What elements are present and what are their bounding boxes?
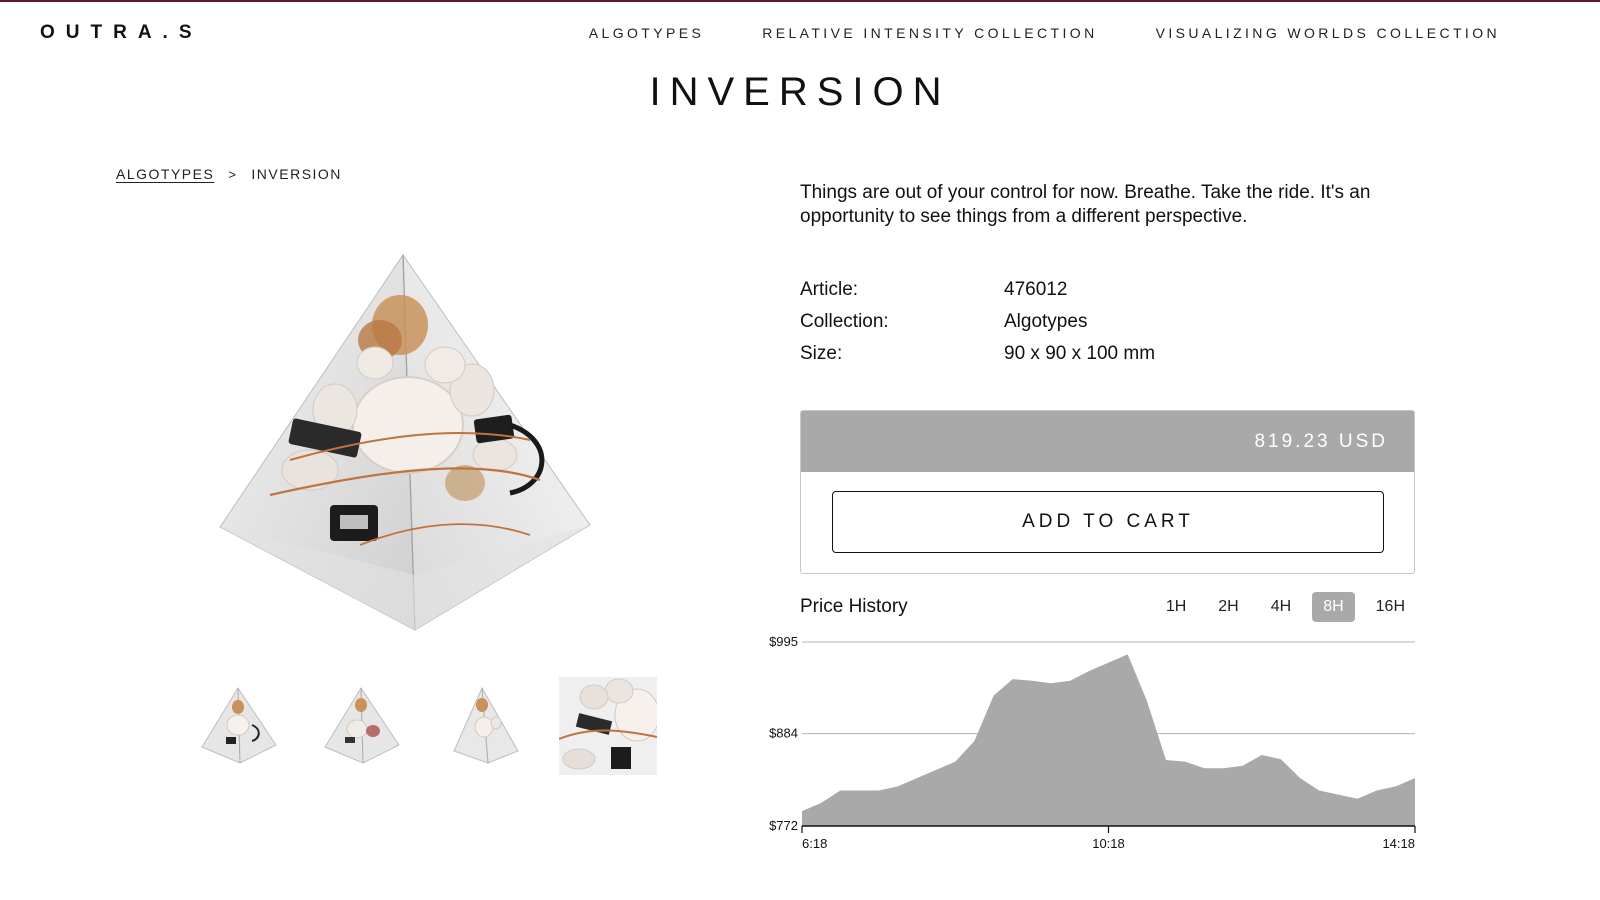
spec-value: 90 x 90 x 100 mm	[1004, 343, 1156, 364]
spec-row-size: Size: 90 x 90 x 100 mm	[800, 338, 1155, 370]
product-specs: Article: 476012 Collection: Algotypes Si…	[800, 274, 1155, 370]
product-main-image	[210, 245, 610, 645]
range-button-8h[interactable]: 8H	[1312, 592, 1355, 622]
range-button-1h[interactable]: 1H	[1155, 592, 1197, 622]
spec-label: Collection:	[800, 311, 889, 332]
thumbnail-3[interactable]	[436, 677, 534, 775]
breadcrumb-current: INVERSION	[251, 166, 342, 182]
thumbnail-4[interactable]	[559, 677, 657, 775]
range-selector: 1H 2H 4H 8H 16H	[1155, 592, 1416, 622]
spec-label: Size:	[800, 343, 843, 364]
thumbnail-2[interactable]	[313, 677, 411, 775]
x-tick-label: 14:18	[1382, 836, 1415, 851]
nav-link-visualizing-worlds-collection[interactable]: VISUALIZING WORLDS COLLECTION	[1156, 25, 1500, 41]
nav-link-relative-intensity-collection[interactable]: RELATIVE INTENSITY COLLECTION	[762, 25, 1097, 41]
y-tick-label: $772	[769, 818, 798, 833]
spec-value: 476012	[1004, 279, 1068, 300]
spec-row-article: Article: 476012	[800, 274, 1155, 306]
x-tick-label: 6:18	[802, 836, 827, 851]
y-tick-label: $884	[769, 726, 798, 741]
thumbnail-1[interactable]	[190, 677, 288, 775]
spec-row-collection: Collection: Algotypes	[800, 306, 1155, 338]
breadcrumb-separator: >	[228, 166, 238, 182]
main-nav: ALGOTYPES RELATIVE INTENSITY COLLECTION …	[589, 25, 1500, 41]
breadcrumb-link-algotypes[interactable]: ALGOTYPES	[116, 166, 214, 182]
top-accent-bar	[0, 0, 1600, 2]
breadcrumb: ALGOTYPES > INVERSION	[116, 166, 342, 182]
nav-link-algotypes[interactable]: ALGOTYPES	[589, 25, 704, 41]
spec-label: Article:	[800, 279, 859, 300]
price-history-title: Price History	[800, 596, 908, 617]
page-title: INVERSION	[649, 70, 951, 114]
price-area-series	[802, 654, 1415, 826]
price-history-chart: $995 $884 $772 6:18 10:18 14:18	[769, 634, 1416, 851]
spec-value: Algotypes	[1004, 311, 1088, 332]
site-logo[interactable]: OUTRA.S	[40, 22, 203, 44]
range-button-16h[interactable]: 16H	[1365, 592, 1416, 622]
x-tick-label: 10:18	[1092, 836, 1125, 851]
y-tick-label: $995	[769, 634, 798, 649]
range-button-4h[interactable]: 4H	[1260, 592, 1302, 622]
product-description: Things are out of your control for now. …	[800, 182, 1371, 227]
price-display: 819.23 USD	[801, 411, 1414, 472]
add-to-cart-button[interactable]: ADD TO CART	[832, 491, 1384, 553]
range-button-2h[interactable]: 2H	[1207, 592, 1249, 622]
thumbnail-strip	[190, 677, 657, 775]
purchase-box: 819.23 USD ADD TO CART	[800, 410, 1415, 574]
